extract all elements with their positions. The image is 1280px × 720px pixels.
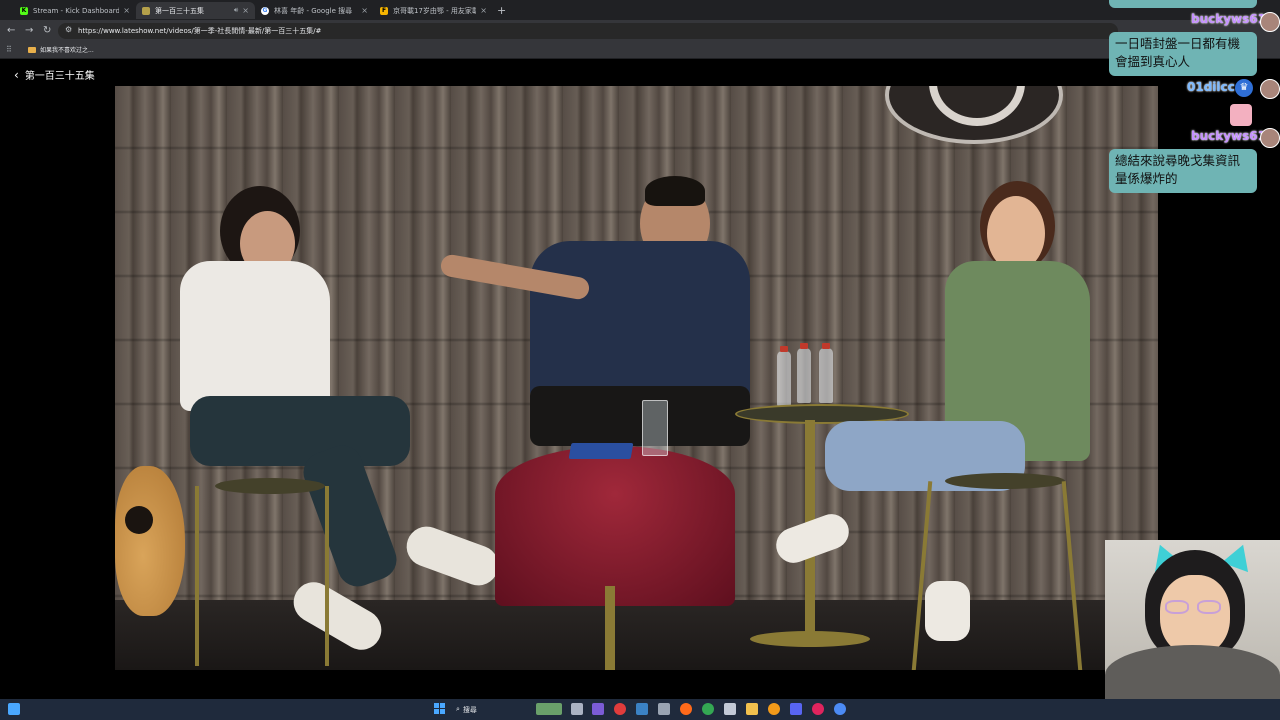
tab-title: Stream - Kick Dashboard — [33, 6, 120, 15]
tab-title: 第一百三十五集 — [155, 6, 204, 15]
firefox-icon[interactable] — [680, 703, 692, 715]
sneaker — [286, 574, 389, 658]
hair — [645, 176, 705, 206]
close-icon[interactable]: × — [242, 6, 249, 15]
avatar — [1260, 12, 1280, 32]
new-tab-button[interactable]: + — [497, 4, 506, 17]
google-icon: G — [261, 6, 269, 15]
tab-news-article[interactable]: F 京哥載17岁由鄂 - 用友家載山... × — [374, 2, 493, 19]
crown-icon: ♛ — [1235, 79, 1253, 97]
discord-icon[interactable] — [790, 703, 802, 715]
taskbar-search[interactable]: ⌕ 搜尋 — [456, 702, 516, 717]
stool-leg — [325, 486, 329, 666]
chat-overlay: buckyws616 一日唔封盤一日都有機會搵到真心人 01dilcc ♛ bu… — [1105, 0, 1280, 200]
chrome-profile-icon[interactable] — [834, 703, 846, 715]
host-left — [180, 186, 504, 670]
kick-icon: K — [20, 6, 28, 15]
site-info-icon[interactable]: ⚙ — [65, 25, 72, 34]
tab-episode-135[interactable]: 第一百三十五集 🔊︎ × — [136, 2, 255, 19]
bookmark-folder[interactable]: 如果我不喜欢过之... — [28, 45, 94, 54]
sneaker — [925, 581, 970, 641]
video-page: ‹ 第一百三十五集 — [0, 59, 1280, 699]
media-app-icon[interactable] — [812, 703, 824, 715]
avatar — [1260, 79, 1280, 99]
folder-icon — [28, 46, 36, 53]
back-to-episode-link[interactable]: ‹ 第一百三十五集 — [14, 67, 95, 83]
bar-stool — [215, 478, 325, 494]
weather-icon[interactable] — [536, 703, 562, 715]
stool-leg — [195, 486, 199, 666]
trousers — [190, 396, 410, 466]
host-right — [765, 181, 1095, 661]
reload-icon[interactable]: ↻ — [43, 25, 51, 36]
chrome-icon[interactable] — [702, 703, 714, 715]
face — [987, 196, 1045, 271]
red-table-cloth — [495, 446, 735, 606]
emote-icon — [1230, 104, 1252, 126]
tab-title: 林喜 年齡 - Google 搜尋 — [274, 6, 353, 15]
speaker-icon[interactable]: 🔊︎ — [234, 6, 238, 15]
chat-message: 一日唔封盤一日都有機會搵到真心人 — [1109, 32, 1257, 76]
avatar — [1260, 128, 1280, 148]
water-glass — [642, 400, 668, 456]
chat-bubble-partial — [1109, 0, 1257, 8]
address-bar[interactable]: ⚙ https://www.lateshow.net/videos/第一季-社長… — [58, 23, 1118, 39]
windows-start-icon[interactable] — [434, 703, 446, 715]
widgets-icon[interactable] — [8, 703, 20, 715]
host-center — [439, 176, 770, 476]
streamer-webcam — [1105, 540, 1280, 700]
close-icon[interactable]: × — [361, 6, 368, 15]
back-arrow-icon[interactable]: ← — [7, 25, 15, 36]
chevron-left-icon: ‹ — [14, 67, 19, 82]
browser-toolbar: ← → ↻ ⚙ https://www.lateshow.net/videos/… — [0, 20, 1280, 42]
tablet — [568, 443, 634, 459]
tab-title: 京哥載17岁由鄂 - 用友家載山... — [393, 6, 477, 15]
bar-stool — [945, 473, 1065, 489]
search-icon: ⌕ — [456, 705, 460, 713]
url-text[interactable]: https://www.lateshow.net/videos/第一季-社長閒情… — [78, 26, 321, 36]
windows-taskbar: ⌕ 搜尋 — [0, 699, 1280, 720]
forward-arrow-icon[interactable]: → — [25, 25, 33, 36]
chat-message: 總結來說尋晚戈集資訊量係爆炸的 — [1109, 149, 1257, 193]
streamer-body — [1105, 645, 1280, 700]
white-tshirt — [180, 261, 330, 411]
bookmarks-bar: ⠿ 如果我不喜欢过之... — [0, 42, 1280, 59]
calculator-icon[interactable] — [658, 703, 670, 715]
guitar — [115, 466, 185, 616]
apps-grid-icon[interactable]: ⠿ — [6, 45, 12, 54]
site-favicon-icon — [142, 6, 150, 15]
video-player[interactable] — [115, 86, 1158, 670]
episode-title: 第一百三十五集 — [24, 71, 95, 82]
obs-icon[interactable] — [614, 703, 626, 715]
news-favicon-icon: F — [380, 6, 388, 15]
tab-google-search[interactable]: G 林喜 年齡 - Google 搜尋 × — [255, 2, 374, 19]
sneaker — [771, 509, 854, 568]
glasses — [1165, 600, 1225, 614]
search-label: 搜尋 — [462, 705, 477, 714]
chat-app-icon[interactable] — [592, 703, 604, 715]
table-pole — [605, 586, 615, 670]
navy-shirt — [530, 241, 750, 401]
steam-icon[interactable] — [636, 703, 648, 715]
file-explorer-icon[interactable] — [746, 703, 758, 715]
close-icon[interactable]: × — [123, 6, 130, 15]
task-view-icon[interactable] — [571, 703, 583, 715]
bitcoin-icon[interactable] — [768, 703, 780, 715]
bookmark-label: 如果我不喜欢过之... — [40, 47, 94, 54]
tab-kick-dashboard[interactable]: K Stream - Kick Dashboard × — [14, 2, 136, 19]
shorts — [530, 386, 750, 446]
streamer-face — [1160, 575, 1230, 655]
chat-username: 01dilcc — [1187, 80, 1235, 94]
close-icon[interactable]: × — [480, 6, 487, 15]
terminal-icon[interactable] — [724, 703, 736, 715]
browser-tab-strip: K Stream - Kick Dashboard × 第一百三十五集 🔊︎ ×… — [0, 0, 1280, 20]
